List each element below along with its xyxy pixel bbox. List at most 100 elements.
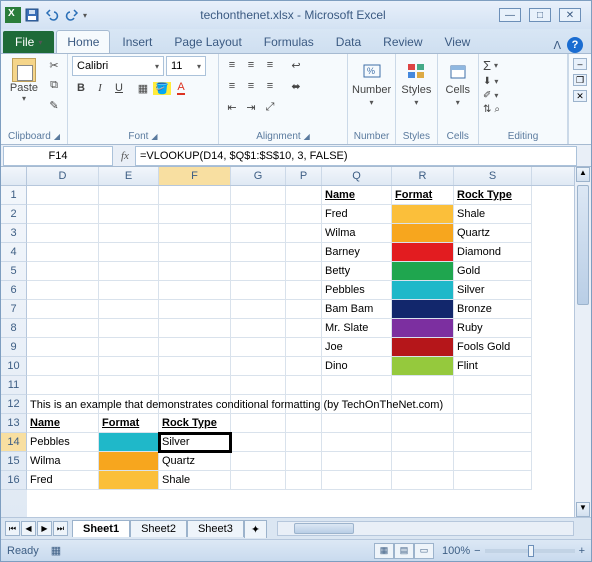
align-center-icon[interactable]: ≡ bbox=[242, 77, 260, 95]
sort-filter-icon[interactable]: ⇅ bbox=[483, 104, 491, 115]
alignment-launcher-icon[interactable]: ◢ bbox=[304, 132, 310, 141]
clear-button[interactable]: ✐▾ bbox=[483, 90, 563, 101]
sheet-tab-3[interactable]: Sheet3 bbox=[187, 520, 244, 537]
row-header-16[interactable]: 16 bbox=[1, 471, 27, 490]
save-icon[interactable] bbox=[23, 6, 41, 24]
minimize-ribbon-icon[interactable]: ᐱ bbox=[553, 39, 561, 52]
hscroll-thumb[interactable] bbox=[294, 523, 354, 534]
zoom-slider[interactable] bbox=[485, 549, 575, 553]
underline-button[interactable]: U bbox=[110, 79, 128, 97]
decrease-indent-icon[interactable]: ⇤ bbox=[223, 98, 241, 116]
tab-file[interactable]: File▾ bbox=[3, 31, 54, 53]
align-left-icon[interactable]: ≡ bbox=[223, 77, 241, 95]
font-size-select[interactable]: 11▾ bbox=[166, 56, 206, 76]
row-header-11[interactable]: 11 bbox=[1, 376, 27, 395]
wb-close-button[interactable]: ✕ bbox=[573, 90, 587, 102]
fx-icon[interactable]: fx bbox=[115, 150, 135, 162]
copy-icon[interactable]: ⧉ bbox=[45, 76, 63, 94]
tab-nav-prev-icon[interactable]: ◀ bbox=[21, 521, 36, 536]
scroll-up-icon[interactable]: ▲ bbox=[576, 167, 590, 182]
sheet-tab-1[interactable]: Sheet1 bbox=[72, 520, 130, 537]
view-page-break-icon[interactable]: ▭ bbox=[414, 543, 434, 559]
format-painter-icon[interactable]: ✎ bbox=[45, 96, 63, 114]
cells-grid[interactable]: This is an example that demonstrates con… bbox=[27, 186, 574, 517]
font-color-button[interactable]: A bbox=[172, 79, 190, 97]
zoom-out-button[interactable]: − bbox=[474, 545, 480, 557]
autosum-button[interactable]: Σ▾ bbox=[483, 58, 563, 73]
fill-color-button[interactable]: 🪣 bbox=[153, 79, 171, 97]
tab-page-layout[interactable]: Page Layout bbox=[164, 31, 251, 53]
clipboard-launcher-icon[interactable]: ◢ bbox=[54, 132, 60, 141]
row-header-5[interactable]: 5 bbox=[1, 262, 27, 281]
close-button[interactable]: ✕ bbox=[559, 8, 581, 22]
number-format-icon[interactable]: % bbox=[361, 60, 383, 82]
wb-restore-button[interactable]: ❐ bbox=[573, 74, 587, 86]
help-icon[interactable]: ? bbox=[567, 37, 583, 53]
row-header-13[interactable]: 13 bbox=[1, 414, 27, 433]
zoom-handle[interactable] bbox=[528, 545, 534, 557]
col-header-F[interactable]: F bbox=[159, 167, 231, 185]
tab-nav-first-icon[interactable]: ⏮ bbox=[5, 521, 20, 536]
tab-home[interactable]: Home bbox=[56, 30, 110, 53]
row-header-3[interactable]: 3 bbox=[1, 224, 27, 243]
find-select-icon[interactable]: ⌕ bbox=[494, 104, 500, 115]
wb-minimize-button[interactable]: – bbox=[573, 58, 587, 70]
increase-indent-icon[interactable]: ⇥ bbox=[242, 98, 260, 116]
tab-view[interactable]: View bbox=[435, 31, 481, 53]
align-bottom-icon[interactable]: ≡ bbox=[261, 56, 279, 74]
horizontal-scrollbar[interactable] bbox=[277, 521, 574, 536]
styles-icon[interactable] bbox=[405, 60, 427, 82]
font-launcher-icon[interactable]: ◢ bbox=[151, 132, 157, 141]
row-header-6[interactable]: 6 bbox=[1, 281, 27, 300]
formula-bar[interactable]: =VLOOKUP(D14, $Q$1:$S$10, 3, FALSE) bbox=[135, 146, 577, 166]
align-top-icon[interactable]: ≡ bbox=[223, 56, 241, 74]
vscroll-thumb[interactable] bbox=[577, 185, 589, 305]
row-header-4[interactable]: 4 bbox=[1, 243, 27, 262]
scroll-down-icon[interactable]: ▼ bbox=[576, 502, 590, 517]
row-header-10[interactable]: 10 bbox=[1, 357, 27, 376]
zoom-level[interactable]: 100% bbox=[442, 545, 470, 557]
col-header-R[interactable]: R bbox=[392, 167, 454, 185]
col-header-D[interactable]: D bbox=[27, 167, 99, 185]
macro-record-icon[interactable]: ▦ bbox=[51, 544, 61, 557]
select-all-button[interactable] bbox=[1, 167, 27, 185]
row-header-8[interactable]: 8 bbox=[1, 319, 27, 338]
row-header-9[interactable]: 9 bbox=[1, 338, 27, 357]
view-normal-icon[interactable]: ▦ bbox=[374, 543, 394, 559]
view-page-layout-icon[interactable]: ▤ bbox=[394, 543, 414, 559]
undo-icon[interactable] bbox=[43, 6, 61, 24]
name-box[interactable]: F14 bbox=[3, 146, 113, 166]
tab-nav-last-icon[interactable]: ⏭ bbox=[53, 521, 68, 536]
col-header-Q[interactable]: Q bbox=[322, 167, 392, 185]
wrap-text-icon[interactable]: ↩ bbox=[287, 56, 305, 74]
row-header-1[interactable]: 1 bbox=[1, 186, 27, 205]
col-header-S[interactable]: S bbox=[454, 167, 532, 185]
font-name-select[interactable]: Calibri▾ bbox=[72, 56, 164, 76]
paste-button[interactable]: Paste ▾ bbox=[5, 56, 43, 114]
row-header-15[interactable]: 15 bbox=[1, 452, 27, 471]
tab-review[interactable]: Review bbox=[373, 31, 432, 53]
minimize-button[interactable]: — bbox=[499, 8, 521, 22]
redo-icon[interactable] bbox=[63, 6, 81, 24]
bold-button[interactable]: B bbox=[72, 79, 90, 97]
col-header-E[interactable]: E bbox=[99, 167, 159, 185]
tab-insert[interactable]: Insert bbox=[112, 31, 162, 53]
tab-formulas[interactable]: Formulas bbox=[254, 31, 324, 53]
col-header-P[interactable]: P bbox=[286, 167, 322, 185]
row-header-12[interactable]: 12 bbox=[1, 395, 27, 414]
cells-icon[interactable] bbox=[447, 60, 469, 82]
row-header-14[interactable]: 14 bbox=[1, 433, 27, 452]
maximize-button[interactable]: □ bbox=[529, 8, 551, 22]
row-header-2[interactable]: 2 bbox=[1, 205, 27, 224]
tab-nav-next-icon[interactable]: ▶ bbox=[37, 521, 52, 536]
border-button[interactable]: ▦ bbox=[134, 79, 152, 97]
cut-icon[interactable]: ✂ bbox=[45, 56, 63, 74]
vertical-scrollbar[interactable]: ▲ ▼ bbox=[574, 167, 591, 517]
align-middle-icon[interactable]: ≡ bbox=[242, 56, 260, 74]
fill-button[interactable]: ⬇▾ bbox=[483, 76, 563, 87]
tab-data[interactable]: Data bbox=[326, 31, 371, 53]
zoom-in-button[interactable]: + bbox=[579, 545, 585, 557]
align-right-icon[interactable]: ≡ bbox=[261, 77, 279, 95]
row-header-7[interactable]: 7 bbox=[1, 300, 27, 319]
sheet-tab-2[interactable]: Sheet2 bbox=[130, 520, 187, 537]
